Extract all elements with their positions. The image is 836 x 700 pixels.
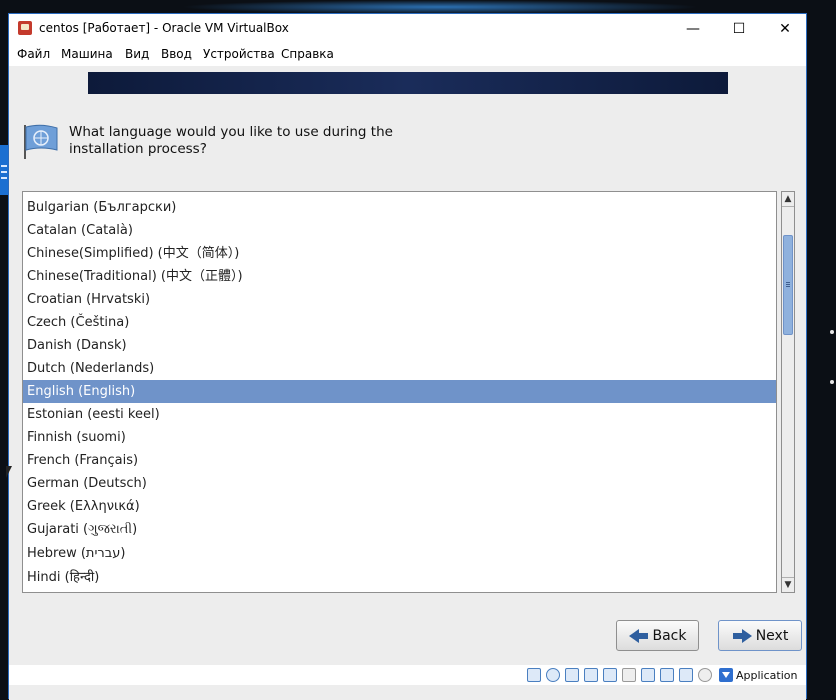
arrow-left-icon	[628, 628, 649, 644]
usb-icon[interactable]	[603, 668, 617, 682]
language-item[interactable]: French (Français)	[23, 449, 776, 472]
language-item[interactable]: Catalan (Català)	[23, 219, 776, 242]
shared-folder-icon[interactable]	[622, 668, 636, 682]
language-item[interactable]: Greek (Ελληνικά)	[23, 495, 776, 518]
display-icon[interactable]	[641, 668, 655, 682]
language-item[interactable]: Finnish (suomi)	[23, 426, 776, 449]
recording-icon[interactable]	[660, 668, 674, 682]
next-button-label: Next	[755, 627, 789, 644]
menu-file[interactable]: Файл	[17, 47, 50, 61]
language-item[interactable]: Bulgarian (Български)	[23, 196, 776, 219]
minimize-button[interactable]: —	[670, 14, 716, 43]
language-flag-icon	[24, 124, 58, 159]
cpu-icon[interactable]	[679, 668, 693, 682]
language-item[interactable]: Gujarati (ગુજરાતી)	[23, 518, 776, 541]
language-item[interactable]: Czech (Čeština)	[23, 311, 776, 334]
language-item[interactable]: Dutch (Nederlands)	[23, 357, 776, 380]
host-key-icon	[719, 668, 733, 682]
menu-machine[interactable]: Машина	[61, 47, 113, 61]
scroll-up-icon[interactable]: ▲	[782, 192, 794, 207]
mouse-integration-icon[interactable]	[698, 668, 712, 682]
back-button[interactable]: Back	[616, 620, 699, 651]
maximize-button[interactable]: ☐	[716, 14, 762, 43]
language-list-scrollbar[interactable]: ▲ ▼	[781, 191, 795, 593]
window-title: centos [Работает] - Oracle VM VirtualBox	[39, 21, 289, 35]
language-item[interactable]: German (Deutsch)	[23, 472, 776, 495]
arrow-right-icon	[732, 628, 752, 644]
language-item[interactable]: Croatian (Hrvatski)	[23, 288, 776, 311]
menu-help[interactable]: Справка	[281, 47, 334, 61]
language-question: What language would you like to use duri…	[69, 124, 393, 157]
close-button[interactable]: ✕	[762, 14, 808, 43]
network-icon[interactable]	[584, 668, 598, 682]
guest-screen[interactable]: What language would you like to use duri…	[9, 66, 806, 700]
desktop-background-glow	[180, 0, 700, 14]
title-bar[interactable]: centos [Работает] - Oracle VM VirtualBox…	[9, 14, 806, 43]
minimize-icon: —	[686, 20, 700, 37]
virtualbox-app-icon	[18, 21, 32, 35]
language-list[interactable]: Bulgarian (Български) Catalan (Català) C…	[22, 191, 777, 593]
back-button-label: Back	[652, 627, 687, 644]
menu-input[interactable]: Ввод	[161, 47, 192, 61]
menu-bar: Файл Машина Вид Ввод Устройства Справка	[9, 44, 806, 66]
virtualbox-window: centos [Работает] - Oracle VM VirtualBox…	[8, 13, 807, 700]
language-item-selected[interactable]: English (English)	[23, 380, 776, 403]
language-item[interactable]: Chinese(Traditional) (中文（正體）)	[23, 265, 776, 288]
close-icon: ✕	[779, 20, 791, 37]
hard-disk-icon[interactable]	[527, 668, 541, 682]
audio-icon[interactable]	[565, 668, 579, 682]
language-item[interactable]: Chinese(Simplified) (中文（简体）)	[23, 242, 776, 265]
desktop-taskbar-edge	[0, 145, 8, 195]
maximize-icon: ☐	[732, 20, 746, 37]
vm-status-bar: Application	[9, 665, 806, 685]
language-item[interactable]: Hindi (हिन्दी)	[23, 566, 776, 589]
menu-view[interactable]: Вид	[125, 47, 149, 61]
centos-banner	[88, 72, 728, 94]
scroll-down-icon[interactable]: ▼	[782, 577, 794, 592]
scrollbar-thumb[interactable]	[783, 235, 793, 335]
language-item[interactable]: Danish (Dansk)	[23, 334, 776, 357]
mouse-cursor-icon	[6, 466, 12, 478]
language-item[interactable]: Hebrew (עברית)	[23, 542, 776, 565]
desktop-right-edge	[830, 330, 834, 334]
host-key-label: Application	[736, 669, 798, 682]
language-item[interactable]: Estonian (eesti keel)	[23, 403, 776, 426]
optical-drive-icon[interactable]	[546, 668, 560, 682]
next-button[interactable]: Next	[718, 620, 802, 651]
menu-devices[interactable]: Устройства	[203, 47, 275, 61]
